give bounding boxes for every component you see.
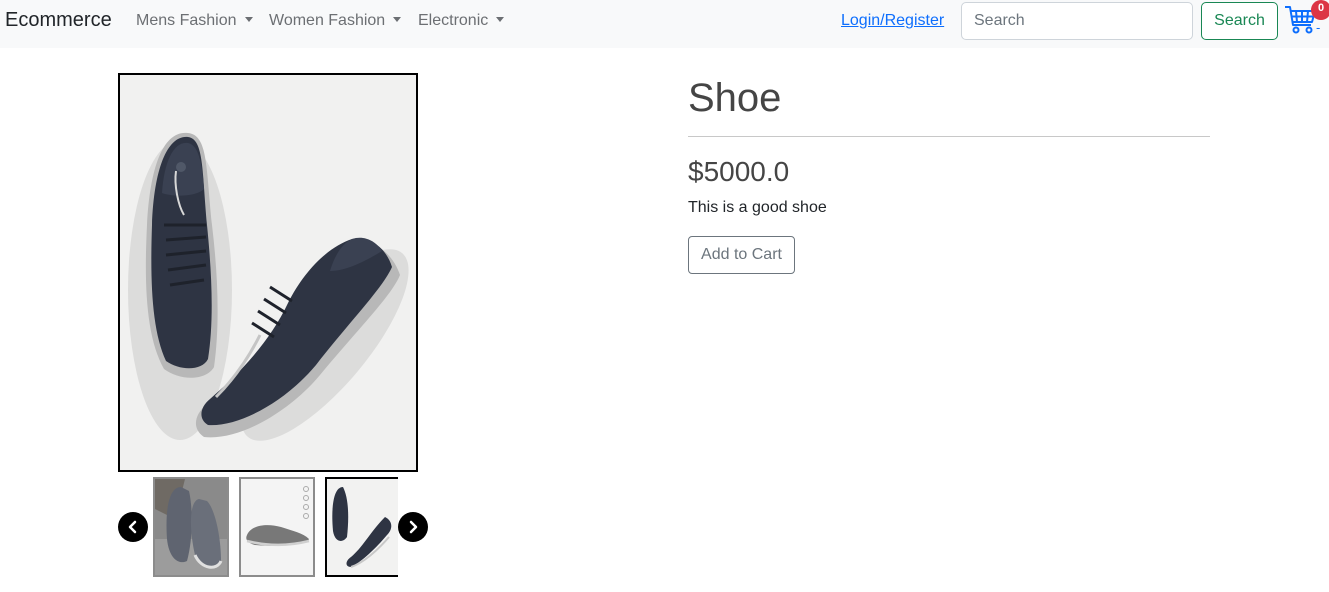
add-to-cart-button[interactable]: Add to Cart <box>688 236 795 274</box>
thumbnail-2[interactable] <box>239 477 315 577</box>
nav-women-fashion[interactable]: Women Fashion <box>269 12 402 30</box>
search-button[interactable]: Search <box>1201 2 1278 40</box>
nav-electronic-label: Electronic <box>418 12 489 29</box>
product-title: Shoe <box>688 76 782 120</box>
nav-electronic[interactable]: Electronic <box>418 12 505 30</box>
navbar: Ecommerce Mens Fashion Women Fashion Ele… <box>0 0 1329 48</box>
nav-mens-fashion-label: Mens Fashion <box>136 12 237 29</box>
product-price: $5000.0 <box>688 156 790 187</box>
nav-women-fashion-label: Women Fashion <box>269 12 386 29</box>
caret-down-icon <box>496 17 505 22</box>
carousel-next-button[interactable] <box>398 512 428 542</box>
product-main-image <box>118 73 418 472</box>
search-input[interactable] <box>961 2 1193 40</box>
product-description: This is a good shoe <box>688 199 827 216</box>
chevron-right-icon <box>409 520 418 534</box>
cart-count-badge: 0 <box>1311 0 1329 20</box>
nav-mens-fashion[interactable]: Mens Fashion <box>136 12 253 30</box>
login-register-link[interactable]: Login/Register <box>841 12 944 30</box>
chevron-left-icon <box>128 520 137 534</box>
title-divider <box>688 136 1210 137</box>
carousel-prev-button[interactable] <box>118 512 148 542</box>
thumbnail-1[interactable] <box>153 477 229 577</box>
cart-total-text: - <box>1316 20 1321 35</box>
caret-down-icon <box>393 17 402 22</box>
thumbnail-3[interactable] <box>325 477 398 577</box>
brand-logo[interactable]: Ecommerce <box>5 9 112 32</box>
caret-down-icon <box>244 17 253 22</box>
